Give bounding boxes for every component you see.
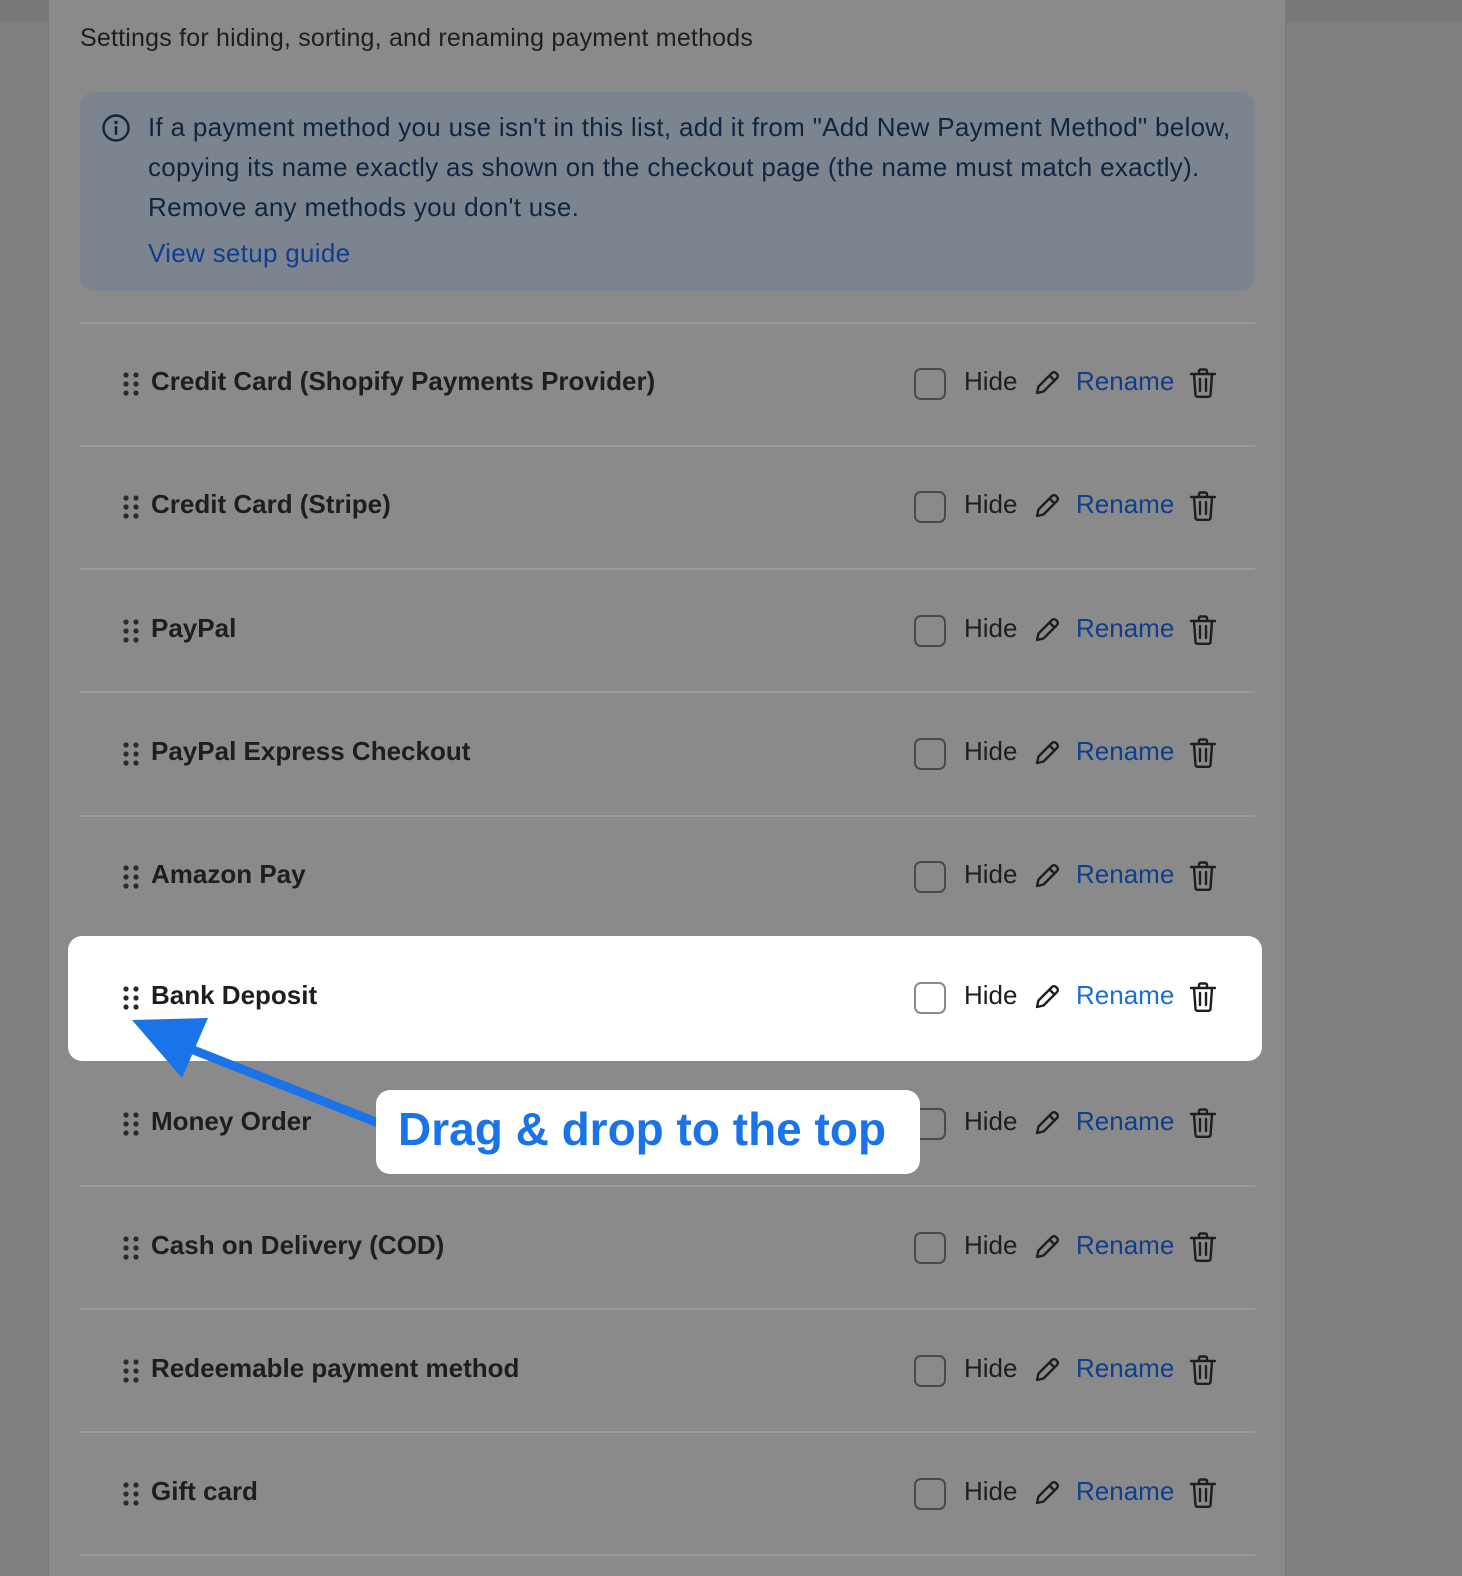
trash-icon[interactable] <box>1188 614 1218 646</box>
pencil-icon[interactable] <box>1032 1232 1062 1262</box>
drag-handle-icon[interactable] <box>122 1358 140 1384</box>
row-divider <box>80 1308 1255 1310</box>
hide-label: Hide <box>964 859 1018 889</box>
drag-drop-callout: Drag & drop to the top <box>376 1090 920 1174</box>
payment-method-row[interactable]: PayPal Express Checkout Hide Rename <box>80 714 1255 794</box>
row-divider <box>80 1554 1255 1556</box>
trash-icon[interactable] <box>1188 490 1218 522</box>
drag-handle-icon[interactable] <box>122 371 140 397</box>
rename-link[interactable]: Rename <box>1076 613 1174 644</box>
row-divider <box>80 1185 1255 1187</box>
payment-method-name: Credit Card (Stripe) <box>151 489 391 519</box>
hide-checkbox[interactable] <box>914 1478 946 1510</box>
rename-link[interactable]: Rename <box>1076 859 1174 890</box>
pencil-icon[interactable] <box>1032 982 1062 1012</box>
row-divider <box>80 322 1255 324</box>
payment-method-row[interactable]: Credit Card (Stripe) Hide Rename <box>80 467 1255 547</box>
payment-method-name: Amazon Pay <box>151 859 306 889</box>
payment-method-row[interactable]: Redeemable payment method Hide Rename <box>80 1331 1255 1411</box>
trash-icon[interactable] <box>1188 860 1218 892</box>
hide-label: Hide <box>964 980 1018 1010</box>
drag-handle-icon[interactable] <box>122 1235 140 1261</box>
hide-checkbox[interactable] <box>914 615 946 647</box>
drag-handle-icon[interactable] <box>122 864 140 890</box>
payment-method-name: Bank Deposit <box>151 980 318 1010</box>
payment-method-name: Cash on Delivery (COD) <box>151 1230 445 1260</box>
pencil-icon[interactable] <box>1032 738 1062 768</box>
pencil-icon[interactable] <box>1032 861 1062 891</box>
payment-method-row[interactable]: Gift card Hide Rename <box>80 1454 1255 1534</box>
rename-link[interactable]: Rename <box>1076 736 1174 767</box>
hide-checkbox[interactable] <box>914 1232 946 1264</box>
payment-method-name: PayPal <box>151 613 237 643</box>
pencil-icon[interactable] <box>1032 1355 1062 1385</box>
hide-label: Hide <box>964 613 1018 643</box>
payment-method-row[interactable]: Credit Card (Shopify Payments Provider) H… <box>80 344 1255 424</box>
info-banner-message: If a payment method you use isn't in thi… <box>148 112 1231 222</box>
row-divider <box>80 445 1255 447</box>
payment-method-name: PayPal Express Checkout <box>151 736 471 766</box>
payment-method-name: Redeemable payment method <box>151 1353 520 1383</box>
pencil-icon[interactable] <box>1032 491 1062 521</box>
page-subtitle: Settings for hiding, sorting, and renami… <box>80 24 754 52</box>
pencil-icon[interactable] <box>1032 1478 1062 1508</box>
rename-link[interactable]: Rename <box>1076 1353 1174 1384</box>
row-divider <box>80 815 1255 817</box>
hide-checkbox[interactable] <box>914 491 946 523</box>
view-setup-guide-link[interactable]: View setup guide <box>148 238 350 269</box>
trash-icon[interactable] <box>1188 1231 1218 1263</box>
payment-method-name: Gift card <box>151 1476 258 1506</box>
rename-link[interactable]: Rename <box>1076 980 1174 1011</box>
drag-handle-icon[interactable] <box>122 1481 140 1507</box>
hide-label: Hide <box>964 1353 1018 1383</box>
payment-method-name: Credit Card (Shopify Payments Provider) <box>151 366 656 396</box>
row-divider <box>80 568 1255 570</box>
payment-method-row[interactable]: PayPal Hide Rename <box>80 591 1255 671</box>
drag-handle-icon[interactable] <box>122 494 140 520</box>
hide-label: Hide <box>964 366 1018 396</box>
pencil-icon[interactable] <box>1032 368 1062 398</box>
drag-handle-icon[interactable] <box>122 618 140 644</box>
payment-method-row[interactable]: Amazon Pay Hide Rename <box>80 837 1255 917</box>
hide-label: Hide <box>964 1230 1018 1260</box>
trash-icon[interactable] <box>1188 1477 1218 1509</box>
trash-icon[interactable] <box>1188 367 1218 399</box>
trash-icon[interactable] <box>1188 981 1218 1013</box>
trash-icon[interactable] <box>1188 1107 1218 1139</box>
hide-label: Hide <box>964 1476 1018 1506</box>
drag-handle-icon[interactable] <box>122 741 140 767</box>
callout-text: Drag & drop to the top <box>398 1103 887 1155</box>
hide-checkbox[interactable] <box>914 738 946 770</box>
info-icon <box>102 114 130 142</box>
rename-link[interactable]: Rename <box>1076 489 1174 520</box>
hide-checkbox[interactable] <box>914 982 946 1014</box>
hide-checkbox[interactable] <box>914 861 946 893</box>
trash-icon[interactable] <box>1188 737 1218 769</box>
rename-link[interactable]: Rename <box>1076 366 1174 397</box>
drag-handle-icon[interactable] <box>122 985 140 1011</box>
payment-method-row[interactable]: Cash on Delivery (COD) Hide Rename <box>80 1208 1255 1288</box>
hide-label: Hide <box>964 736 1018 766</box>
row-divider <box>80 691 1255 693</box>
pencil-icon[interactable] <box>1032 1108 1062 1138</box>
rename-link[interactable]: Rename <box>1076 1230 1174 1261</box>
pencil-icon[interactable] <box>1032 615 1062 645</box>
hide-label: Hide <box>964 489 1018 519</box>
arrow-annotation-icon <box>132 1018 401 1135</box>
hide-checkbox[interactable] <box>914 368 946 400</box>
hide-label: Hide <box>964 1106 1018 1136</box>
hide-checkbox[interactable] <box>914 1355 946 1387</box>
trash-icon[interactable] <box>1188 1354 1218 1386</box>
rename-link[interactable]: Rename <box>1076 1106 1174 1137</box>
rename-link[interactable]: Rename <box>1076 1476 1174 1507</box>
row-divider <box>80 1431 1255 1433</box>
